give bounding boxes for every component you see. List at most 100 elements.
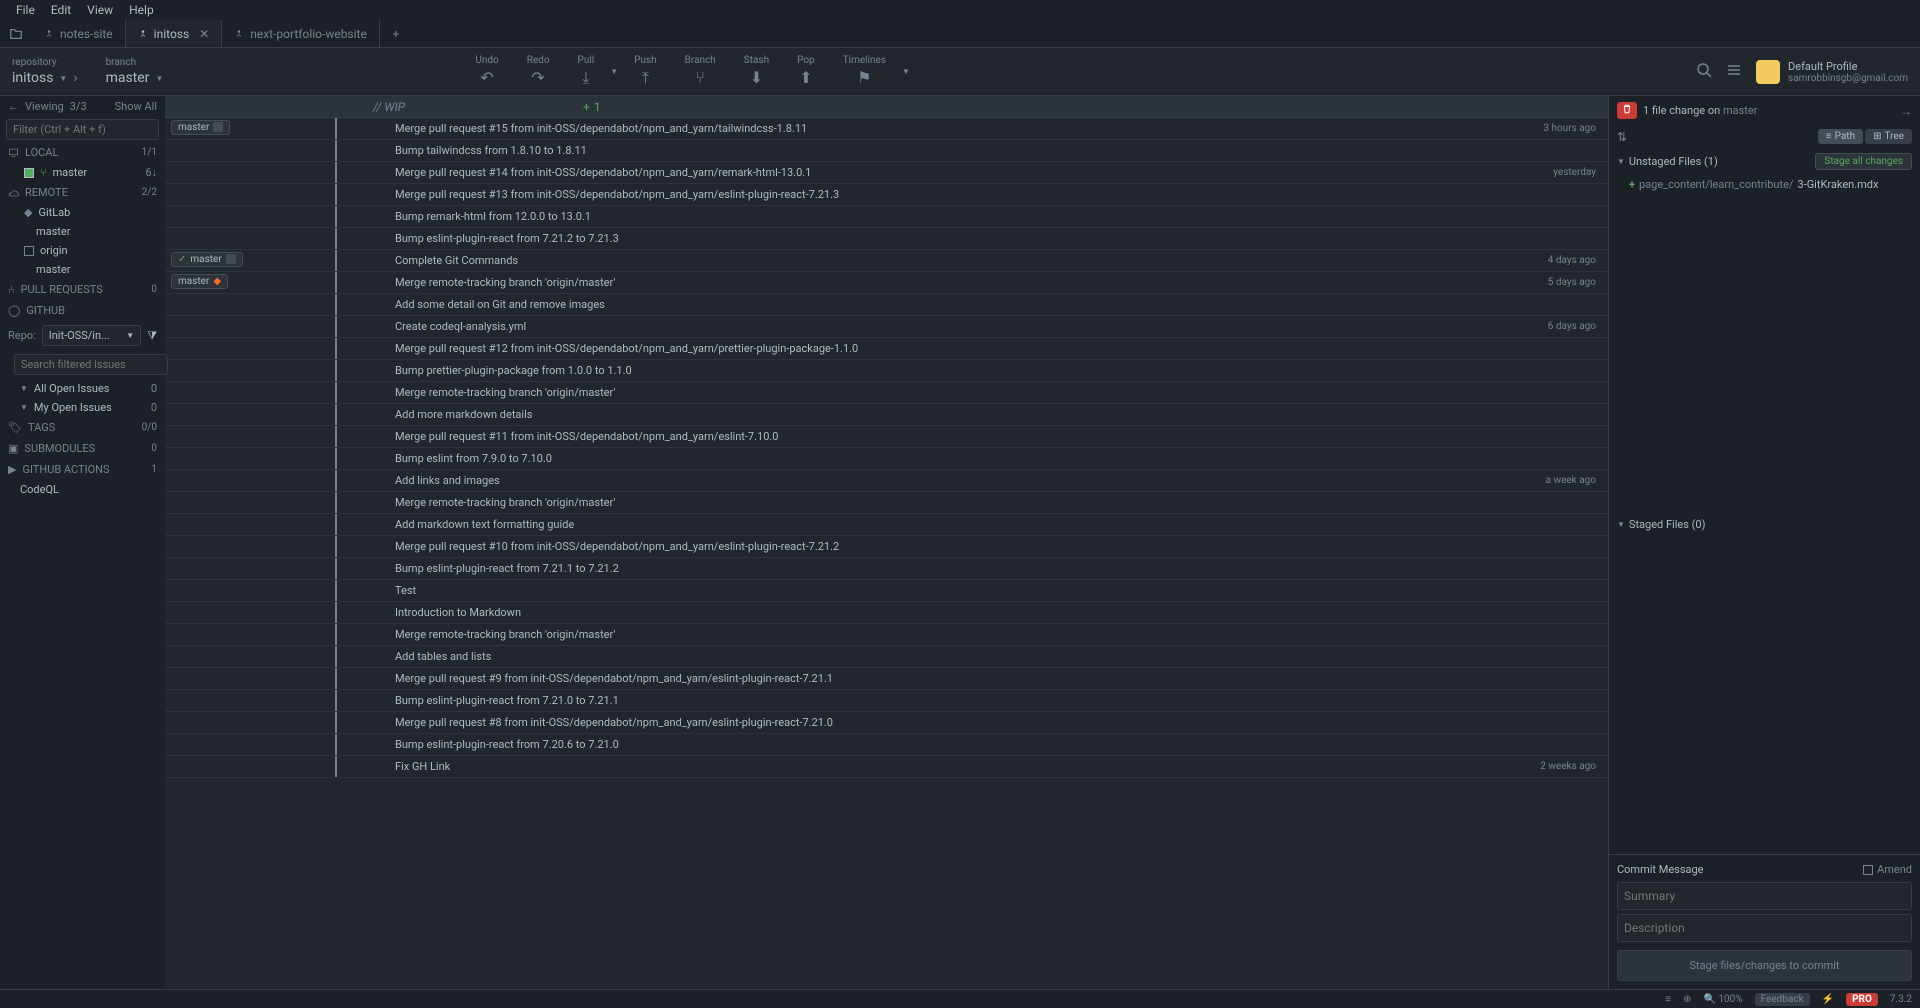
tab-label: next-portfolio-website — [250, 27, 367, 41]
commit-message-label: Commit Message — [1617, 863, 1704, 876]
menu-help[interactable]: Help — [121, 1, 162, 19]
commit-row[interactable]: Bump prettier-plugin-package from 1.0.0 … — [165, 360, 1608, 382]
branch-selector[interactable]: branch master ▼ — [106, 57, 164, 86]
commit-row[interactable]: Merge pull request #13 from init-OSS/dep… — [165, 184, 1608, 206]
branch-badge[interactable]: master — [171, 120, 230, 135]
timelines-button[interactable]: Timelines⚑ — [831, 51, 898, 92]
search-icon[interactable] — [1696, 62, 1712, 82]
statusbar: ≡ ⊕ 🔍 100% Feedback ⚡ PRO 7.3.2 — [0, 989, 1920, 1008]
stash-button[interactable]: Stash⬇ — [732, 51, 781, 92]
sidebar-item-codeql[interactable]: CodeQL — [0, 480, 165, 499]
path-toggle[interactable]: ≡ Path — [1818, 129, 1863, 144]
menu-edit[interactable]: Edit — [43, 1, 79, 19]
chevron-down-icon[interactable]: ▼ — [902, 67, 910, 76]
redo-button[interactable]: Redo↷ — [515, 51, 562, 92]
sidebar-item-gitlab[interactable]: ◆ GitLab — [0, 203, 165, 222]
chevron-down-icon[interactable]: ▼ — [610, 67, 618, 76]
all-open-issues[interactable]: ▼ All Open Issues 0 — [0, 379, 165, 398]
github-section[interactable]: ◯ GITHUB — [0, 300, 165, 321]
branch-button[interactable]: Branch⑂ — [673, 51, 728, 92]
close-icon[interactable]: ✕ — [199, 27, 209, 41]
commit-row[interactable]: Bump remark-html from 12.0.0 to 13.0.1 — [165, 206, 1608, 228]
commit-row[interactable]: Introduction to Markdown — [165, 602, 1608, 624]
commit-button[interactable]: Stage files/changes to commit — [1617, 950, 1912, 981]
stage-all-button[interactable]: Stage all changes — [1815, 153, 1912, 170]
arrow-right-icon[interactable]: → — [1900, 104, 1912, 118]
undo-button[interactable]: Undo↶ — [463, 51, 510, 92]
commit-row[interactable]: master Merge pull request #15 from init-… — [165, 118, 1608, 140]
branch-badge[interactable]: master ◆ — [171, 274, 228, 289]
commit-row[interactable]: Bump eslint-plugin-react from 7.21.2 to … — [165, 228, 1608, 250]
remote-section[interactable]: REMOTE 2/2 — [0, 182, 165, 203]
search-issues[interactable] — [8, 354, 157, 375]
commit-row[interactable]: Merge pull request #12 from init-OSS/dep… — [165, 338, 1608, 360]
my-open-issues[interactable]: ▼ My Open Issues 0 — [0, 398, 165, 417]
commit-row[interactable]: Add tables and lists — [165, 646, 1608, 668]
folder-icon[interactable] — [0, 20, 32, 47]
show-all-button[interactable]: Show All — [115, 100, 157, 113]
tags-section[interactable]: 🏷 TAGS 0/0 — [0, 417, 165, 438]
commit-row[interactable]: Merge pull request #11 from init-OSS/dep… — [165, 426, 1608, 448]
commit-row[interactable]: Add more markdown details — [165, 404, 1608, 426]
sidebar-item-master-local[interactable]: ⑂ master 6↓ — [0, 163, 165, 182]
menu-file[interactable]: File — [8, 1, 43, 19]
repo-select[interactable]: Repo: Init-OSS/in... ▼ ⧩ — [8, 325, 157, 346]
hamburger-icon[interactable] — [1726, 62, 1742, 82]
commit-row[interactable]: Create codeql-analysis.yml6 days ago — [165, 316, 1608, 338]
menu-view[interactable]: View — [79, 1, 121, 19]
commit-row[interactable]: Test — [165, 580, 1608, 602]
staged-header[interactable]: ▼ Staged Files (0) — [1609, 513, 1920, 536]
sidebar-item-origin[interactable]: origin — [0, 241, 165, 260]
commit-row[interactable]: Merge pull request #8 from init-OSS/depe… — [165, 712, 1608, 734]
submodules-section[interactable]: ▣ SUBMODULES 0 — [0, 438, 165, 459]
wip-row[interactable]: // WIP + 1 — [165, 96, 1608, 118]
globe-icon[interactable]: ⊕ — [1683, 994, 1691, 1005]
file-item[interactable]: + page_content/learn_contribute/3-GitKra… — [1609, 175, 1920, 194]
sort-icon[interactable]: ⇅ — [1617, 130, 1627, 144]
commit-row[interactable]: ✓ master Complete Git Commands4 days ago — [165, 250, 1608, 272]
list-icon[interactable]: ≡ — [1665, 994, 1671, 1005]
pop-button[interactable]: Pop⬆ — [785, 51, 827, 92]
filter-input[interactable] — [6, 119, 159, 140]
commit-row[interactable]: Add markdown text formatting guide — [165, 514, 1608, 536]
local-section[interactable]: LOCAL 1/1 — [0, 142, 165, 163]
unstaged-header[interactable]: ▼ Unstaged Files (1) Stage all changes — [1609, 148, 1920, 175]
commit-row[interactable]: Fix GH Link2 weeks ago — [165, 756, 1608, 778]
commit-row[interactable]: Merge pull request #9 from init-OSS/depe… — [165, 668, 1608, 690]
commit-row[interactable]: Merge remote-tracking branch 'origin/mas… — [165, 382, 1608, 404]
commit-row[interactable]: Merge pull request #10 from init-OSS/dep… — [165, 536, 1608, 558]
add-tab-button[interactable]: + — [380, 20, 412, 47]
sidebar-item-gitlab-master[interactable]: master — [0, 222, 165, 241]
description-input[interactable] — [1617, 914, 1912, 942]
commit-row[interactable]: Add links and imagesa week ago — [165, 470, 1608, 492]
amend-checkbox[interactable]: Amend — [1863, 863, 1912, 876]
sidebar-item-origin-master[interactable]: master — [0, 260, 165, 279]
push-button[interactable]: Push⤒ — [622, 51, 669, 92]
tab-initoss[interactable]: initoss ✕ — [126, 20, 223, 47]
tree-toggle[interactable]: ⊞ Tree — [1865, 129, 1912, 144]
commit-row[interactable]: Add some detail on Git and remove images — [165, 294, 1608, 316]
commit-row[interactable]: Merge pull request #14 from init-OSS/dep… — [165, 162, 1608, 184]
trash-button[interactable] — [1617, 102, 1637, 119]
profile-menu[interactable]: Default Profile samrobbinsgb@gmail.com — [1756, 60, 1908, 84]
commit-row[interactable]: Bump eslint-plugin-react from 7.21.0 to … — [165, 690, 1608, 712]
repository-selector[interactable]: repository initoss ▼ › — [12, 57, 78, 86]
filter-icon[interactable]: ⧩ — [147, 329, 157, 343]
commit-row[interactable]: Bump eslint from 7.9.0 to 7.10.0 — [165, 448, 1608, 470]
zoom-level[interactable]: 🔍 100% — [1704, 994, 1743, 1005]
back-icon[interactable]: ← — [8, 100, 19, 113]
summary-input[interactable] — [1617, 882, 1912, 910]
commit-row[interactable]: Bump eslint-plugin-react from 7.21.1 to … — [165, 558, 1608, 580]
commit-row[interactable]: Merge remote-tracking branch 'origin/mas… — [165, 624, 1608, 646]
commit-row[interactable]: Merge remote-tracking branch 'origin/mas… — [165, 492, 1608, 514]
commit-row[interactable]: master ◆Merge remote-tracking branch 'or… — [165, 272, 1608, 294]
pull-button[interactable]: Pull⤓ — [566, 51, 607, 92]
commit-row[interactable]: Bump tailwindcss from 1.8.10 to 1.8.11 — [165, 140, 1608, 162]
branch-badge[interactable]: ✓ master — [171, 252, 243, 267]
tab-notes-site[interactable]: notes-site — [32, 20, 126, 47]
actions-section[interactable]: ▶ GITHUB ACTIONS 1 — [0, 459, 165, 480]
feedback-button[interactable]: Feedback — [1755, 993, 1810, 1006]
pull-requests-section[interactable]: ⑃ PULL REQUESTS 0 — [0, 279, 165, 300]
tab-next-portfolio[interactable]: next-portfolio-website — [222, 20, 380, 47]
commit-row[interactable]: Bump eslint-plugin-react from 7.20.6 to … — [165, 734, 1608, 756]
